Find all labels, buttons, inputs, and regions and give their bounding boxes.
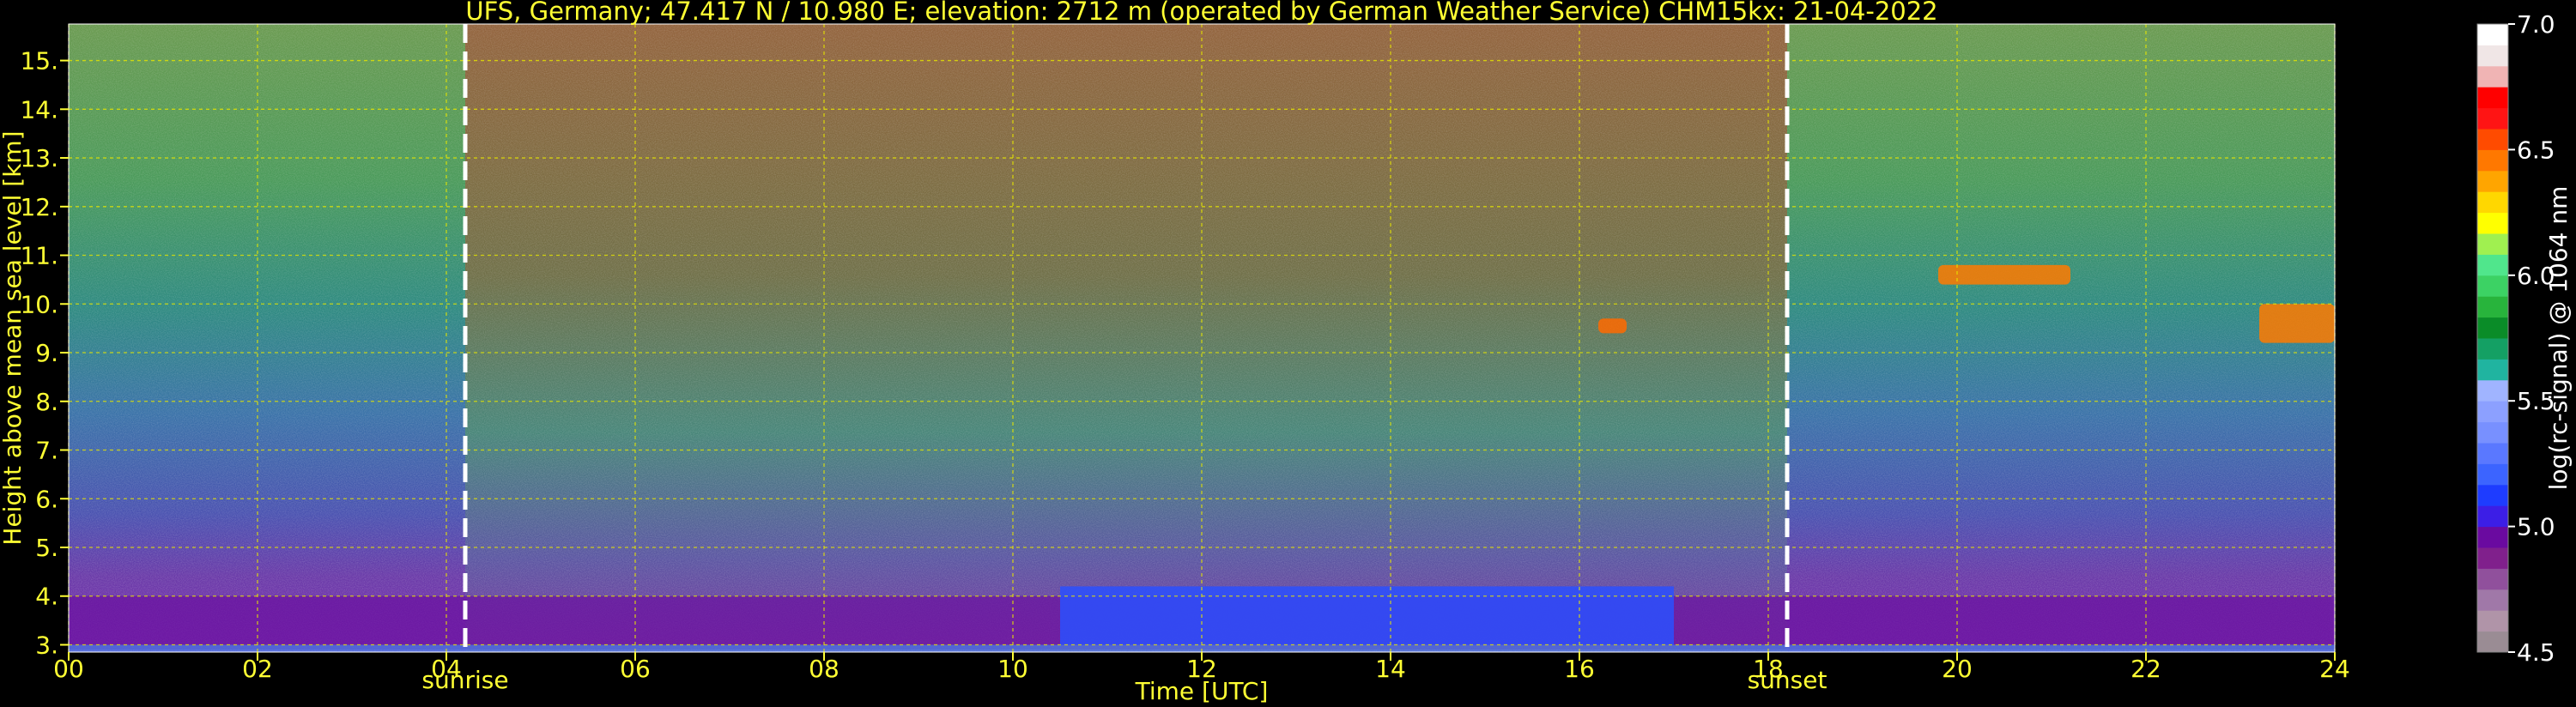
x-tick-label: 16 xyxy=(1564,655,1595,683)
feature-convective-plumes xyxy=(1060,586,1674,645)
colorbar-tick-label: 6.5 xyxy=(2517,136,2555,164)
colorbar-segment xyxy=(2477,233,2508,255)
colorbar-segment xyxy=(2477,505,2508,528)
y-axis-ticks: 3.4.5.6.7.8.9.10.11.12.13.14.15. xyxy=(20,47,69,659)
colorbar-segment xyxy=(2477,526,2508,548)
x-tick-label: 24 xyxy=(2319,655,2350,683)
lidar-chart: UFS, Germany; 47.417 N / 10.980 E; eleva… xyxy=(0,0,2573,705)
plot-area xyxy=(68,23,2336,653)
y-tick-label: 8. xyxy=(35,388,58,416)
colorbar-segment xyxy=(2477,65,2508,88)
x-tick-label: 10 xyxy=(997,655,1028,683)
colorbar-segment xyxy=(2477,24,2508,45)
colorbar-segment xyxy=(2477,568,2508,590)
y-tick-label: 15. xyxy=(20,47,58,76)
x-tick-label: 00 xyxy=(53,655,84,683)
colorbar-segment xyxy=(2477,129,2508,150)
colorbar-segment xyxy=(2477,401,2508,423)
colorbar-segment xyxy=(2477,317,2508,339)
colorbar-segment xyxy=(2477,212,2508,234)
y-axis-label: Height above mean sea level [km] xyxy=(0,130,27,545)
colorbar-segment xyxy=(2477,631,2508,653)
colorbar-tick-label: 5.0 xyxy=(2517,513,2555,541)
colorbar-segment xyxy=(2477,254,2508,276)
colorbar-segment xyxy=(2477,296,2508,318)
colorbar-label: log(rc-signal) @ 1064 nm xyxy=(2544,186,2573,491)
x-tick-label: 20 xyxy=(1942,655,1973,683)
x-tick-label: 06 xyxy=(620,655,651,683)
x-tick-label: 02 xyxy=(242,655,273,683)
colorbar-segment xyxy=(2477,149,2508,172)
x-tick-label: 22 xyxy=(2131,655,2161,683)
colorbar-segment xyxy=(2477,338,2508,360)
feature-cirrus-cloud xyxy=(2259,304,2335,343)
y-tick-label: 6. xyxy=(35,485,58,513)
colorbar-segment xyxy=(2477,87,2508,109)
colorbar-segment xyxy=(2477,443,2508,464)
colorbar-segment xyxy=(2477,463,2508,486)
event-label-sunrise: sunrise xyxy=(421,666,508,694)
feature-cirrus-cloud xyxy=(1938,264,2070,285)
colorbar-segment xyxy=(2477,359,2508,381)
y-tick-label: 4. xyxy=(35,583,58,611)
x-axis-label: Time [UTC] xyxy=(1135,677,1269,705)
colorbar-segment xyxy=(2477,45,2508,67)
y-tick-label: 14. xyxy=(20,95,58,124)
colorbar: 4.55.05.56.06.57.0 log(rc-signal) @ 1064… xyxy=(2476,10,2573,667)
colorbar-segment xyxy=(2477,484,2508,506)
colorbar-segment xyxy=(2477,379,2508,402)
colorbar-segment xyxy=(2477,589,2508,611)
colorbar-segment xyxy=(2477,191,2508,214)
noise-texture xyxy=(69,24,2335,652)
colorbar-segments xyxy=(2477,24,2508,653)
y-tick-label: 9. xyxy=(35,339,58,367)
y-tick-label: 7. xyxy=(35,437,58,465)
colorbar-segment xyxy=(2477,170,2508,192)
colorbar-segment xyxy=(2477,547,2508,569)
feature-isolated-cloud xyxy=(1598,318,1627,334)
event-label-sunset: sunset xyxy=(1748,666,1827,694)
x-tick-label: 08 xyxy=(809,655,839,683)
colorbar-tick-label: 7.0 xyxy=(2517,10,2555,39)
colorbar-segment xyxy=(2477,421,2508,444)
colorbar-tick-label: 4.5 xyxy=(2517,638,2555,667)
chart-title: UFS, Germany; 47.417 N / 10.980 E; eleva… xyxy=(465,0,1937,26)
x-tick-label: 14 xyxy=(1375,655,1406,683)
colorbar-segment xyxy=(2477,107,2508,130)
colorbar-segment xyxy=(2477,275,2508,297)
colorbar-segment xyxy=(2477,610,2508,632)
y-tick-label: 5. xyxy=(35,534,58,562)
